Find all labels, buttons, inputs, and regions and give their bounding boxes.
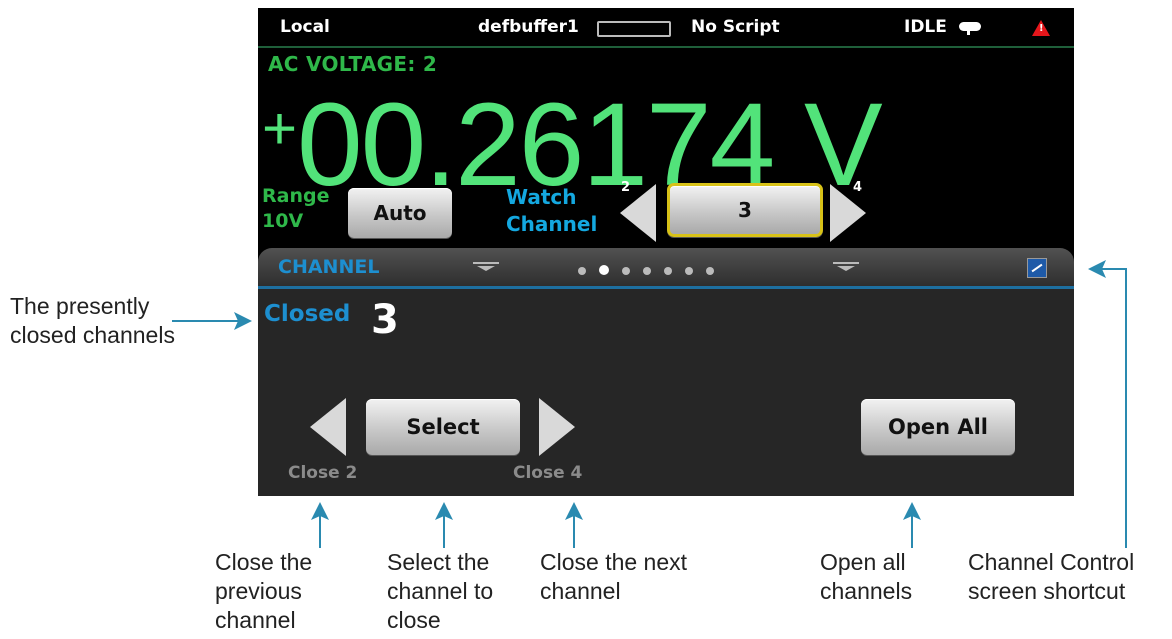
annotation-line: The presently — [10, 293, 150, 319]
annotation-line: channel to — [387, 578, 494, 604]
annotation-line: Channel Control — [968, 549, 1135, 575]
annotation-line: channel — [215, 607, 296, 633]
annotation-line: Select the — [387, 549, 490, 575]
shortcut-pointer — [1098, 268, 1127, 548]
annotation-line: channels — [820, 578, 913, 604]
annotation-line: Close the next — [540, 549, 688, 575]
annotation-arrows — [172, 260, 1127, 548]
annotation-line: previous — [215, 578, 302, 604]
annotation-line: channel — [540, 578, 621, 604]
annotation-line: Open all — [820, 549, 906, 575]
annotation-line: close — [387, 607, 441, 633]
annotation-select-channel: Select the channel to close — [387, 548, 493, 635]
annotation-line: screen shortcut — [968, 578, 1126, 604]
annotation-close-next: Close the next channel — [540, 548, 687, 606]
annotation-line: closed channels — [10, 322, 175, 348]
annotation-line: Close the — [215, 549, 313, 575]
annotation-closed-channels: The presently closed channels — [10, 292, 175, 350]
annotation-close-previous: Close the previous channel — [215, 548, 312, 635]
annotation-shortcut: Channel Control screen shortcut — [968, 548, 1134, 606]
annotation-open-all: Open all channels — [820, 548, 912, 606]
